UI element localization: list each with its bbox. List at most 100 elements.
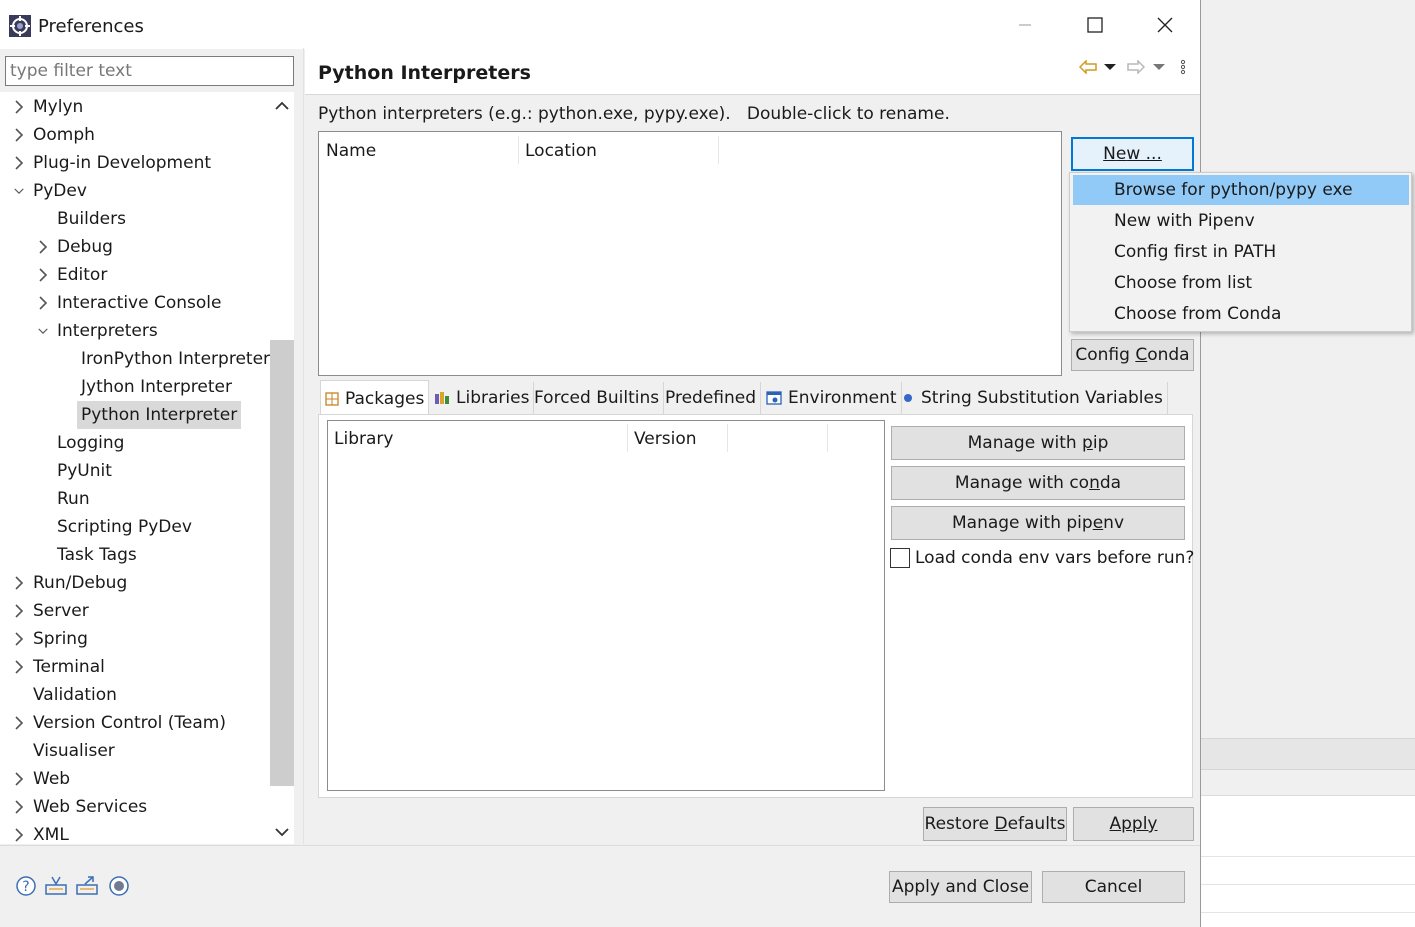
tree-item[interactable]: PyDev	[0, 177, 270, 205]
cancel-button[interactable]: Cancel	[1042, 871, 1185, 903]
chevron-right-icon[interactable]	[12, 709, 26, 737]
tab-string-substitution-label: String Substitution Variables	[921, 388, 1163, 408]
chevron-right-icon[interactable]	[12, 597, 26, 625]
minimize-icon	[1019, 24, 1031, 26]
tree-item[interactable]: Oomph	[0, 121, 270, 149]
tree-item-label: Version Control (Team)	[33, 713, 226, 733]
export-icon[interactable]	[75, 874, 99, 898]
tree-item[interactable]: Server	[0, 597, 270, 625]
tree-item[interactable]: Task Tags	[0, 541, 270, 569]
menu-item[interactable]: Choose from list	[1073, 268, 1409, 298]
help-icon[interactable]: ?	[14, 874, 38, 898]
packages-table[interactable]: Library Version	[327, 420, 885, 791]
tree-item[interactable]: Mylyn	[0, 93, 270, 121]
tree-item[interactable]: Terminal	[0, 653, 270, 681]
chevron-right-icon[interactable]	[12, 765, 26, 793]
filter-input[interactable]	[5, 56, 294, 86]
apply-button[interactable]: Apply	[1073, 807, 1194, 841]
tab-environment[interactable]: Environment	[762, 382, 902, 414]
restore-defaults-button[interactable]: Restore Defaults	[923, 807, 1067, 841]
tree-item[interactable]: Builders	[0, 205, 270, 233]
column-header-name[interactable]: Name	[326, 138, 376, 164]
sash-divider[interactable]	[303, 48, 304, 844]
view-menu-icon[interactable]	[1176, 57, 1190, 77]
scroll-down-icon[interactable]	[270, 820, 294, 844]
tab-string-substitution[interactable]: String Substitution Variables	[897, 382, 1168, 414]
tree-item[interactable]: Spring	[0, 625, 270, 653]
manage-with-pip-button[interactable]: Manage with p ip	[891, 426, 1185, 460]
tree-item[interactable]: IronPython Interpreter	[0, 345, 270, 373]
tree-item[interactable]: Web Services	[0, 793, 270, 821]
apply-and-close-button[interactable]: Apply and Close	[889, 871, 1032, 903]
menu-item[interactable]: New with Pipenv	[1073, 206, 1409, 236]
tree-item[interactable]: Scripting PyDev	[0, 513, 270, 541]
chevron-right-icon[interactable]	[12, 625, 26, 653]
tree-scrollbar-thumb[interactable]	[270, 340, 294, 786]
new-interpreter-button[interactable]: New ...	[1071, 137, 1194, 171]
load-conda-env-checkbox[interactable]	[890, 548, 910, 568]
chevron-right-icon[interactable]	[12, 569, 26, 597]
manage-with-conda-button[interactable]: Manage with co n da	[891, 466, 1185, 500]
tree-item[interactable]: Logging	[0, 429, 270, 457]
tree-item[interactable]: Interpreters	[0, 317, 270, 345]
tree-item-label: Editor	[57, 265, 108, 285]
tab-forced-builtins[interactable]: Forced Builtins	[530, 382, 665, 414]
column-divider[interactable]	[718, 136, 719, 164]
forward-dropdown-icon[interactable]	[1151, 57, 1167, 77]
column-divider[interactable]	[827, 424, 828, 452]
tree-item[interactable]: Python Interpreter	[0, 401, 270, 429]
tree-item[interactable]: Plug-in Development	[0, 149, 270, 177]
tab-libraries[interactable]: Libraries	[430, 382, 535, 414]
menu-item[interactable]: Config first in PATH	[1073, 237, 1409, 267]
tab-predefined[interactable]: Predefined	[661, 382, 762, 414]
back-arrow-icon[interactable]	[1078, 57, 1098, 77]
chevron-right-icon[interactable]	[12, 149, 26, 177]
tree-item[interactable]: Editor	[0, 261, 270, 289]
interpreters-table[interactable]: Name Location	[318, 131, 1062, 376]
column-header-version[interactable]: Version	[634, 426, 697, 452]
tree-item-label: IronPython Interpreter	[81, 349, 270, 369]
chevron-right-icon[interactable]	[12, 653, 26, 681]
tree-item[interactable]: Validation	[0, 681, 270, 709]
chevron-right-icon[interactable]	[12, 821, 26, 844]
chevron-right-icon[interactable]	[12, 93, 26, 121]
tree-item[interactable]: Web	[0, 765, 270, 793]
tree-item[interactable]: Jython Interpreter	[0, 373, 270, 401]
tree-item[interactable]: Debug	[0, 233, 270, 261]
column-header-library[interactable]: Library	[334, 426, 393, 452]
minimize-button[interactable]	[990, 0, 1060, 50]
tree-item[interactable]: Version Control (Team)	[0, 709, 270, 737]
apply-label-post: pply	[1121, 814, 1158, 834]
column-divider[interactable]	[518, 136, 519, 164]
chevron-right-icon[interactable]	[36, 289, 50, 317]
back-dropdown-icon[interactable]	[1102, 57, 1118, 77]
chevron-down-icon[interactable]	[12, 177, 26, 205]
tab-packages[interactable]: Packages	[320, 380, 430, 416]
record-icon[interactable]	[107, 874, 131, 898]
tree-item[interactable]: Run	[0, 485, 270, 513]
chevron-down-icon[interactable]	[36, 317, 50, 345]
column-divider[interactable]	[627, 424, 628, 452]
tree-item[interactable]: XML	[0, 821, 270, 844]
column-header-location[interactable]: Location	[525, 138, 597, 164]
forward-arrow-icon[interactable]	[1126, 57, 1146, 77]
tree-item[interactable]: Visualiser	[0, 737, 270, 765]
manage-with-pipenv-button[interactable]: Manage with pip e nv	[891, 506, 1185, 540]
menu-item[interactable]: Choose from Conda	[1073, 299, 1409, 329]
maximize-button[interactable]	[1060, 0, 1130, 50]
close-button[interactable]	[1130, 0, 1200, 50]
import-icon[interactable]	[44, 874, 68, 898]
tree-item[interactable]: Run/Debug	[0, 569, 270, 597]
menu-item[interactable]: Browse for python/pypy exe	[1073, 175, 1409, 205]
environment-icon	[766, 391, 782, 405]
scroll-up-icon[interactable]	[270, 94, 294, 118]
chevron-right-icon[interactable]	[12, 121, 26, 149]
chevron-right-icon[interactable]	[36, 233, 50, 261]
column-divider[interactable]	[727, 424, 728, 452]
tab-packages-label: Packages	[345, 388, 425, 409]
chevron-right-icon[interactable]	[12, 793, 26, 821]
tree-item[interactable]: Interactive Console	[0, 289, 270, 317]
tree-item[interactable]: PyUnit	[0, 457, 270, 485]
chevron-right-icon[interactable]	[36, 261, 50, 289]
config-conda-button[interactable]: Config Conda	[1071, 339, 1194, 371]
